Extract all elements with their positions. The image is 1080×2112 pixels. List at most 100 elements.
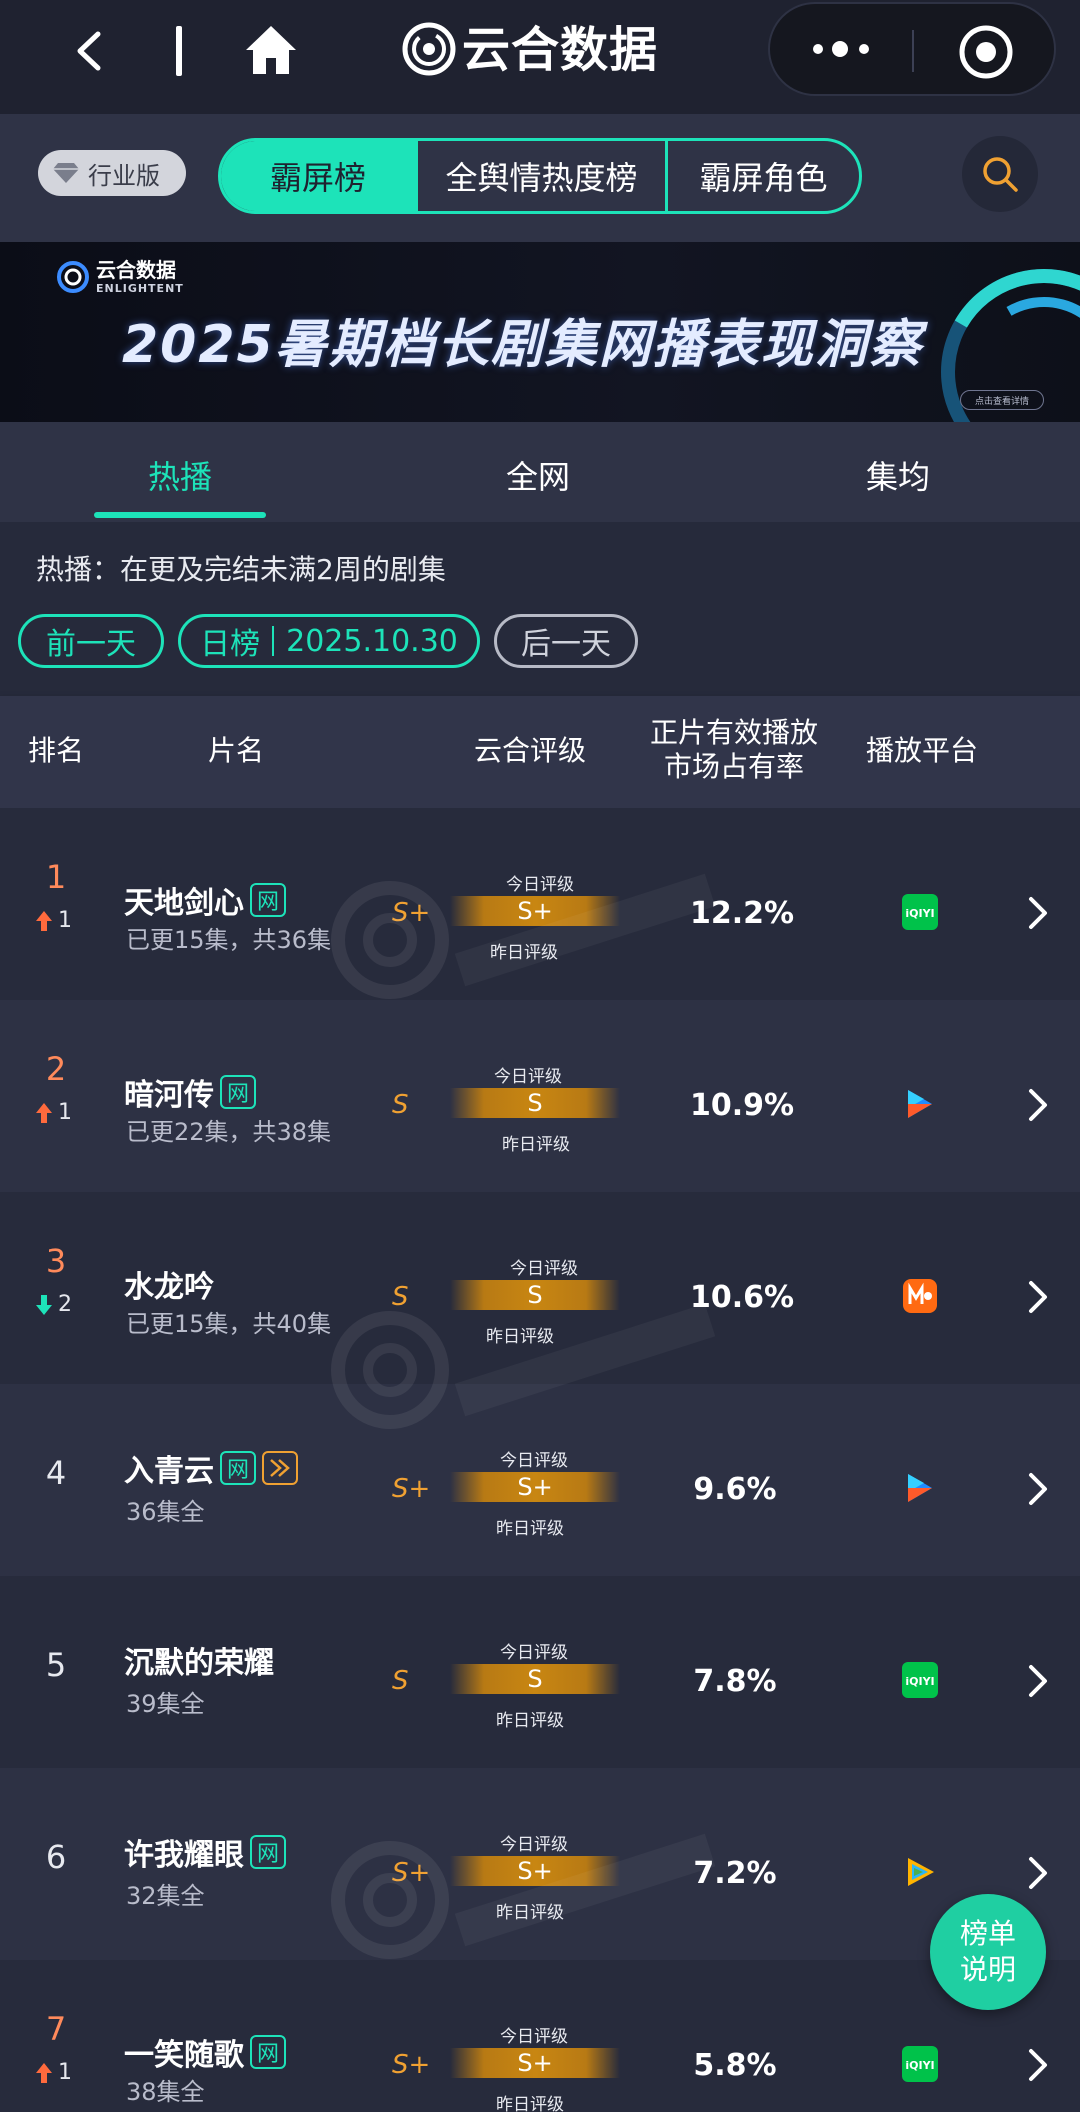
table-row[interactable]: 5 沉默的荣耀 39集全 S S 今日评级 昨日评级 7.8% iQIYI (0, 1576, 1080, 1768)
episode-status: 36集全 (126, 1498, 205, 1526)
show-title: 入青云 (124, 1454, 214, 1489)
rank-number: 3 (45, 1242, 67, 1280)
ranking-type-header: 行业版 霸屏榜 全舆情热度榜 霸屏角色 (0, 114, 1080, 242)
date-separator (272, 626, 275, 656)
banner-title: 2025暑期档长剧集网播表现洞察 (122, 315, 923, 375)
tab-hot[interactable]: 热播 (148, 452, 212, 498)
banner-logo-cn: 云合数据 (96, 258, 176, 282)
chevron-right-icon[interactable] (1026, 1088, 1050, 1122)
today-grade-label: 今日评级 (494, 1067, 562, 1087)
market-share: 7.2% (693, 1856, 777, 1891)
grade-bar: S+ (450, 1856, 620, 1886)
segment-public-opinion-heat[interactable]: 全舆情热度榜 (415, 141, 665, 211)
chevron-right-icon[interactable] (1026, 2048, 1050, 2082)
filter-description: 热播：在更及完结未满2周的剧集 (36, 553, 446, 586)
title-line: 天地剑心网 (124, 878, 286, 922)
segment-screen-dominance[interactable]: 霸屏榜 (221, 141, 415, 211)
web-series-tag: 网 (250, 883, 286, 917)
yesterday-grade-label: 昨日评级 (496, 1519, 564, 1539)
rank-change-value: 2 (58, 1292, 72, 1317)
yesterday-grade-label: 昨日评级 (490, 943, 558, 963)
header-grade: 云合评级 (474, 734, 587, 767)
grade-bar: S+ (450, 2048, 620, 2078)
rank-change: 1 (34, 2060, 72, 2085)
episode-status: 已更22集，共38集 (126, 1118, 332, 1146)
title-line: 一笑随歌网 (124, 2030, 286, 2074)
header-rank: 排名 (28, 734, 85, 767)
table-row[interactable]: 7 1 一笑随歌网 38集全 S+ S+ 今日评级 昨日评级 5.8% iQIYI (0, 1960, 1080, 2112)
grade-label: S+ (392, 1474, 431, 1504)
iqiyi-icon: iQIYI (902, 2046, 938, 2082)
previous-day-button[interactable]: 前一天 (18, 614, 164, 668)
table-row[interactable]: 1 1 天地剑心网已更15集，共36集 S+ S+ 今日评级 昨日评级 12.2% iQIYI (0, 808, 1080, 1000)
segment-dominant-roles[interactable]: 霸屏角色 (665, 141, 859, 211)
grade-bar-value: S+ (517, 2049, 553, 2077)
top-nav-bar: 云合数据 (0, 0, 1080, 114)
episode-status: 39集全 (126, 1690, 205, 1718)
back-arrow-icon[interactable] (70, 30, 112, 72)
rank-change: 1 (34, 1100, 72, 1125)
fast-forward-icon (262, 1451, 298, 1485)
fast-forward-glyph (270, 1459, 290, 1477)
arrow-up-icon (36, 1102, 52, 1123)
promo-banner[interactable]: 云合数据 ENLIGHTENT 2025暑期档长剧集网播表现洞察 点击查看详情 (0, 242, 1080, 422)
youku-icon (908, 1090, 932, 1118)
grade-bar-value: S+ (517, 1473, 553, 1501)
yesterday-grade-label: 昨日评级 (486, 1327, 554, 1347)
show-title: 许我耀眼 (124, 1838, 244, 1873)
banner-detail-button[interactable]: 点击查看详情 (960, 390, 1044, 410)
industry-edition-badge[interactable]: 行业版 (38, 150, 186, 196)
date-filter: 热播：在更及完结未满2周的剧集 前一天 日榜 2025.10.30 后一天 (0, 522, 1080, 696)
search-icon (983, 157, 1018, 192)
tencent-video-icon (908, 1858, 934, 1886)
arrow-up-icon (36, 2062, 52, 2083)
table-row[interactable]: 4 入青云网 36集全 S+ S+ 今日评级 昨日评级 9.6% (0, 1384, 1080, 1576)
rank-number: 6 (45, 1838, 67, 1876)
table-row[interactable]: 2 1 暗河传网已更22集，共38集 S S 今日评级 昨日评级 10.9% (0, 1000, 1080, 1192)
episode-status: 38集全 (126, 2078, 205, 2106)
enlightent-logo-icon (57, 261, 89, 293)
table-row[interactable]: 6 许我耀眼网 32集全 S+ S+ 今日评级 昨日评级 7.2% (0, 1768, 1080, 1960)
chevron-right-icon[interactable] (1026, 1664, 1050, 1698)
web-series-tag: 网 (250, 2035, 286, 2069)
web-series-tag: 网 (250, 1835, 286, 1869)
grade-bar: S+ (450, 1472, 620, 1502)
web-series-tag: 网 (220, 1075, 256, 1109)
header-share-line2: 市场占有率 (663, 750, 804, 783)
svg-text:iQIYI: iQIYI (905, 907, 934, 920)
home-icon[interactable] (244, 24, 298, 76)
next-day-button[interactable]: 后一天 (494, 614, 638, 668)
arrow-up-icon (36, 910, 52, 931)
svg-text:iQIYI: iQIYI (905, 2059, 934, 2072)
tab-per-episode[interactable]: 集均 (866, 452, 930, 498)
list-tabs: 热播 全网 集均 (0, 422, 1080, 522)
youku-icon (908, 1474, 932, 1502)
more-dots-icon[interactable] (810, 34, 874, 64)
today-grade-label: 今日评级 (510, 1259, 578, 1279)
arrow-down-icon (36, 1294, 52, 1315)
ranking-help-button[interactable]: 榜单 说明 (930, 1894, 1046, 2010)
date-picker[interactable]: 日榜 2025.10.30 (178, 614, 480, 668)
grade-bar: S (450, 1088, 620, 1118)
title-line: 沉默的荣耀 (124, 1638, 274, 1682)
industry-badge-label: 行业版 (88, 161, 160, 190)
chevron-right-icon[interactable] (1026, 1472, 1050, 1506)
chevron-right-icon[interactable] (1026, 896, 1050, 930)
table-row[interactable]: 3 2 水龙吟 已更15集，共40集 S S 今日评级 昨日评级 10.6% (0, 1192, 1080, 1384)
today-grade-label: 今日评级 (500, 2027, 568, 2047)
rank-number: 7 (45, 2010, 67, 2048)
tab-all-network[interactable]: 全网 (506, 452, 570, 498)
rank-change: 2 (34, 1292, 72, 1317)
help-line1: 榜单 (959, 1917, 1016, 1950)
close-target-icon[interactable] (958, 24, 1014, 80)
search-button[interactable] (962, 136, 1038, 212)
today-grade-label: 今日评级 (500, 1643, 568, 1663)
header-title: 片名 (208, 734, 265, 767)
header-market-share: 正片有效播放 市场占有率 (650, 716, 818, 784)
today-grade-label: 今日评级 (500, 1835, 568, 1855)
grade-label: S (392, 1282, 409, 1312)
banner-logo-en: ENLIGHTENT (96, 282, 184, 295)
chevron-right-icon[interactable] (1026, 1856, 1050, 1890)
show-title: 天地剑心 (124, 886, 244, 921)
chevron-right-icon[interactable] (1026, 1280, 1050, 1314)
